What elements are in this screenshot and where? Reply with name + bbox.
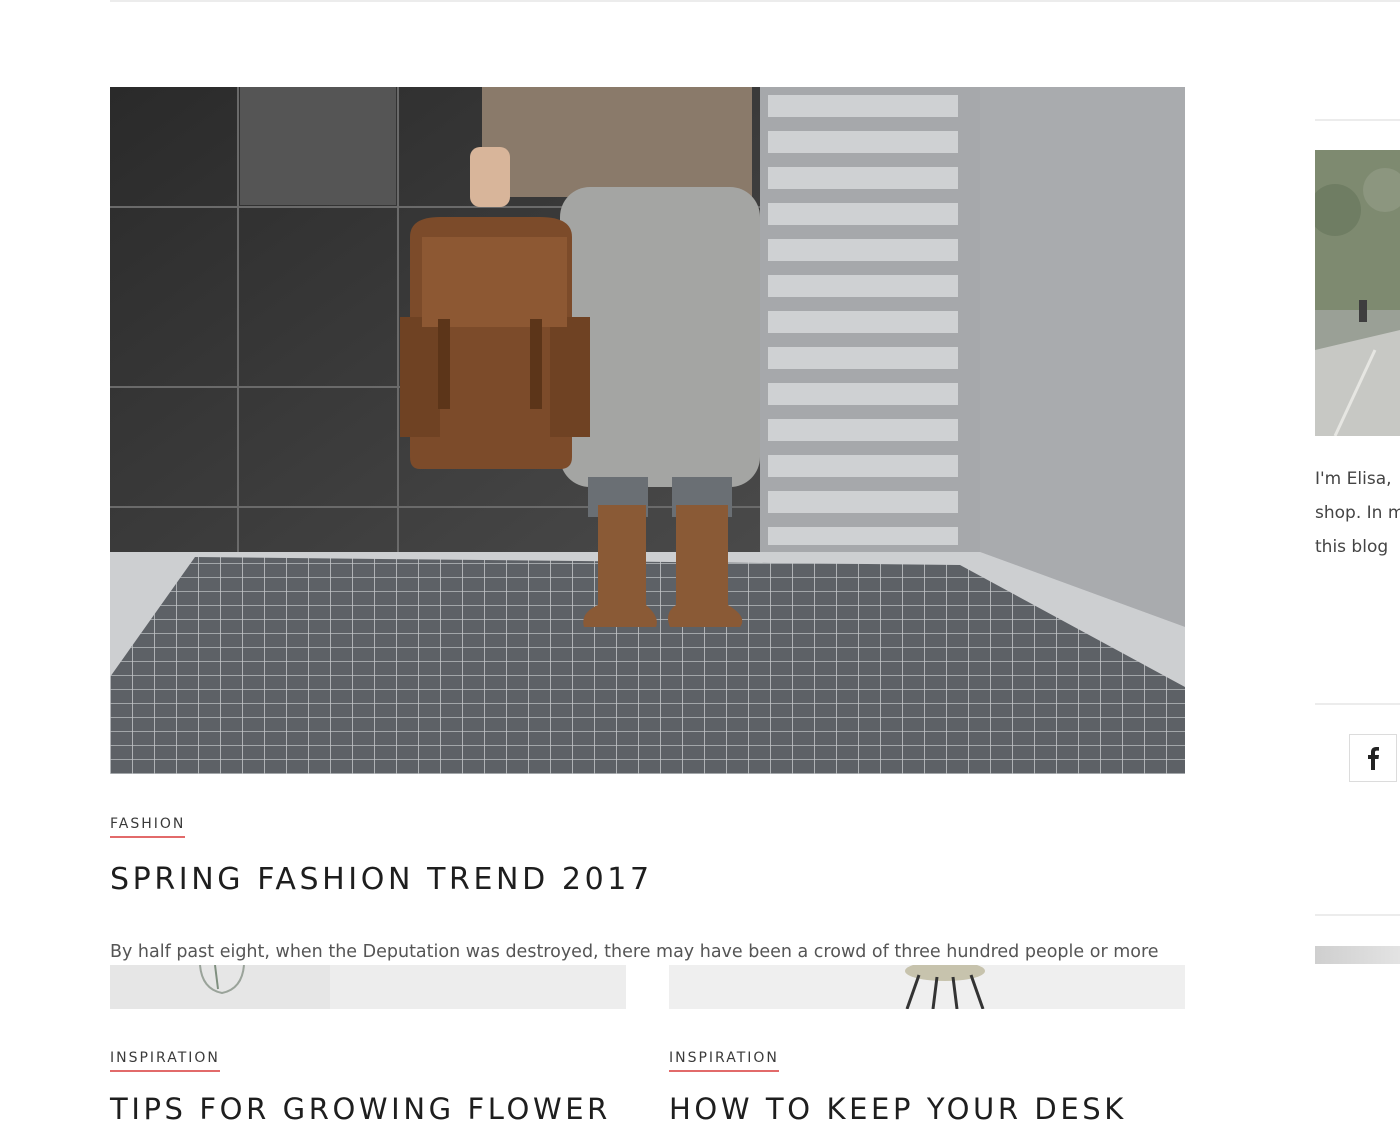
sidebar-divider	[1315, 119, 1400, 121]
featured-post-image[interactable]	[110, 87, 1185, 774]
street-photo	[1315, 150, 1400, 436]
post-category[interactable]: INSPIRATION	[110, 1050, 220, 1072]
sidebar-divider	[1315, 914, 1400, 916]
flower-photo	[110, 965, 626, 1009]
about-line: this blog	[1315, 537, 1389, 557]
about-text: I'm Elisa, shop. In m this blog	[1315, 462, 1400, 564]
about-line: I'm Elisa,	[1315, 469, 1392, 489]
about-line: shop. In m	[1315, 503, 1400, 523]
featured-post-title[interactable]: SPRING FASHION TREND 2017	[110, 862, 653, 897]
post-thumbnail-flower[interactable]	[110, 965, 626, 1009]
desk-chair-photo	[669, 965, 1185, 1009]
about-photo	[1315, 150, 1400, 436]
sidebar-post-thumbnail[interactable]	[1315, 946, 1400, 964]
featured-post-excerpt: By half past eight, when the Deputation …	[110, 942, 1159, 962]
post-category[interactable]: INSPIRATION	[669, 1050, 779, 1072]
post-thumbnail-desk[interactable]	[669, 965, 1185, 1009]
featured-post-category[interactable]: FASHION	[110, 816, 186, 838]
header-divider	[110, 0, 1400, 2]
featured-photo	[110, 87, 1185, 774]
facebook-icon	[1368, 747, 1379, 770]
sidebar-divider	[1315, 703, 1400, 705]
facebook-button[interactable]	[1349, 734, 1397, 782]
